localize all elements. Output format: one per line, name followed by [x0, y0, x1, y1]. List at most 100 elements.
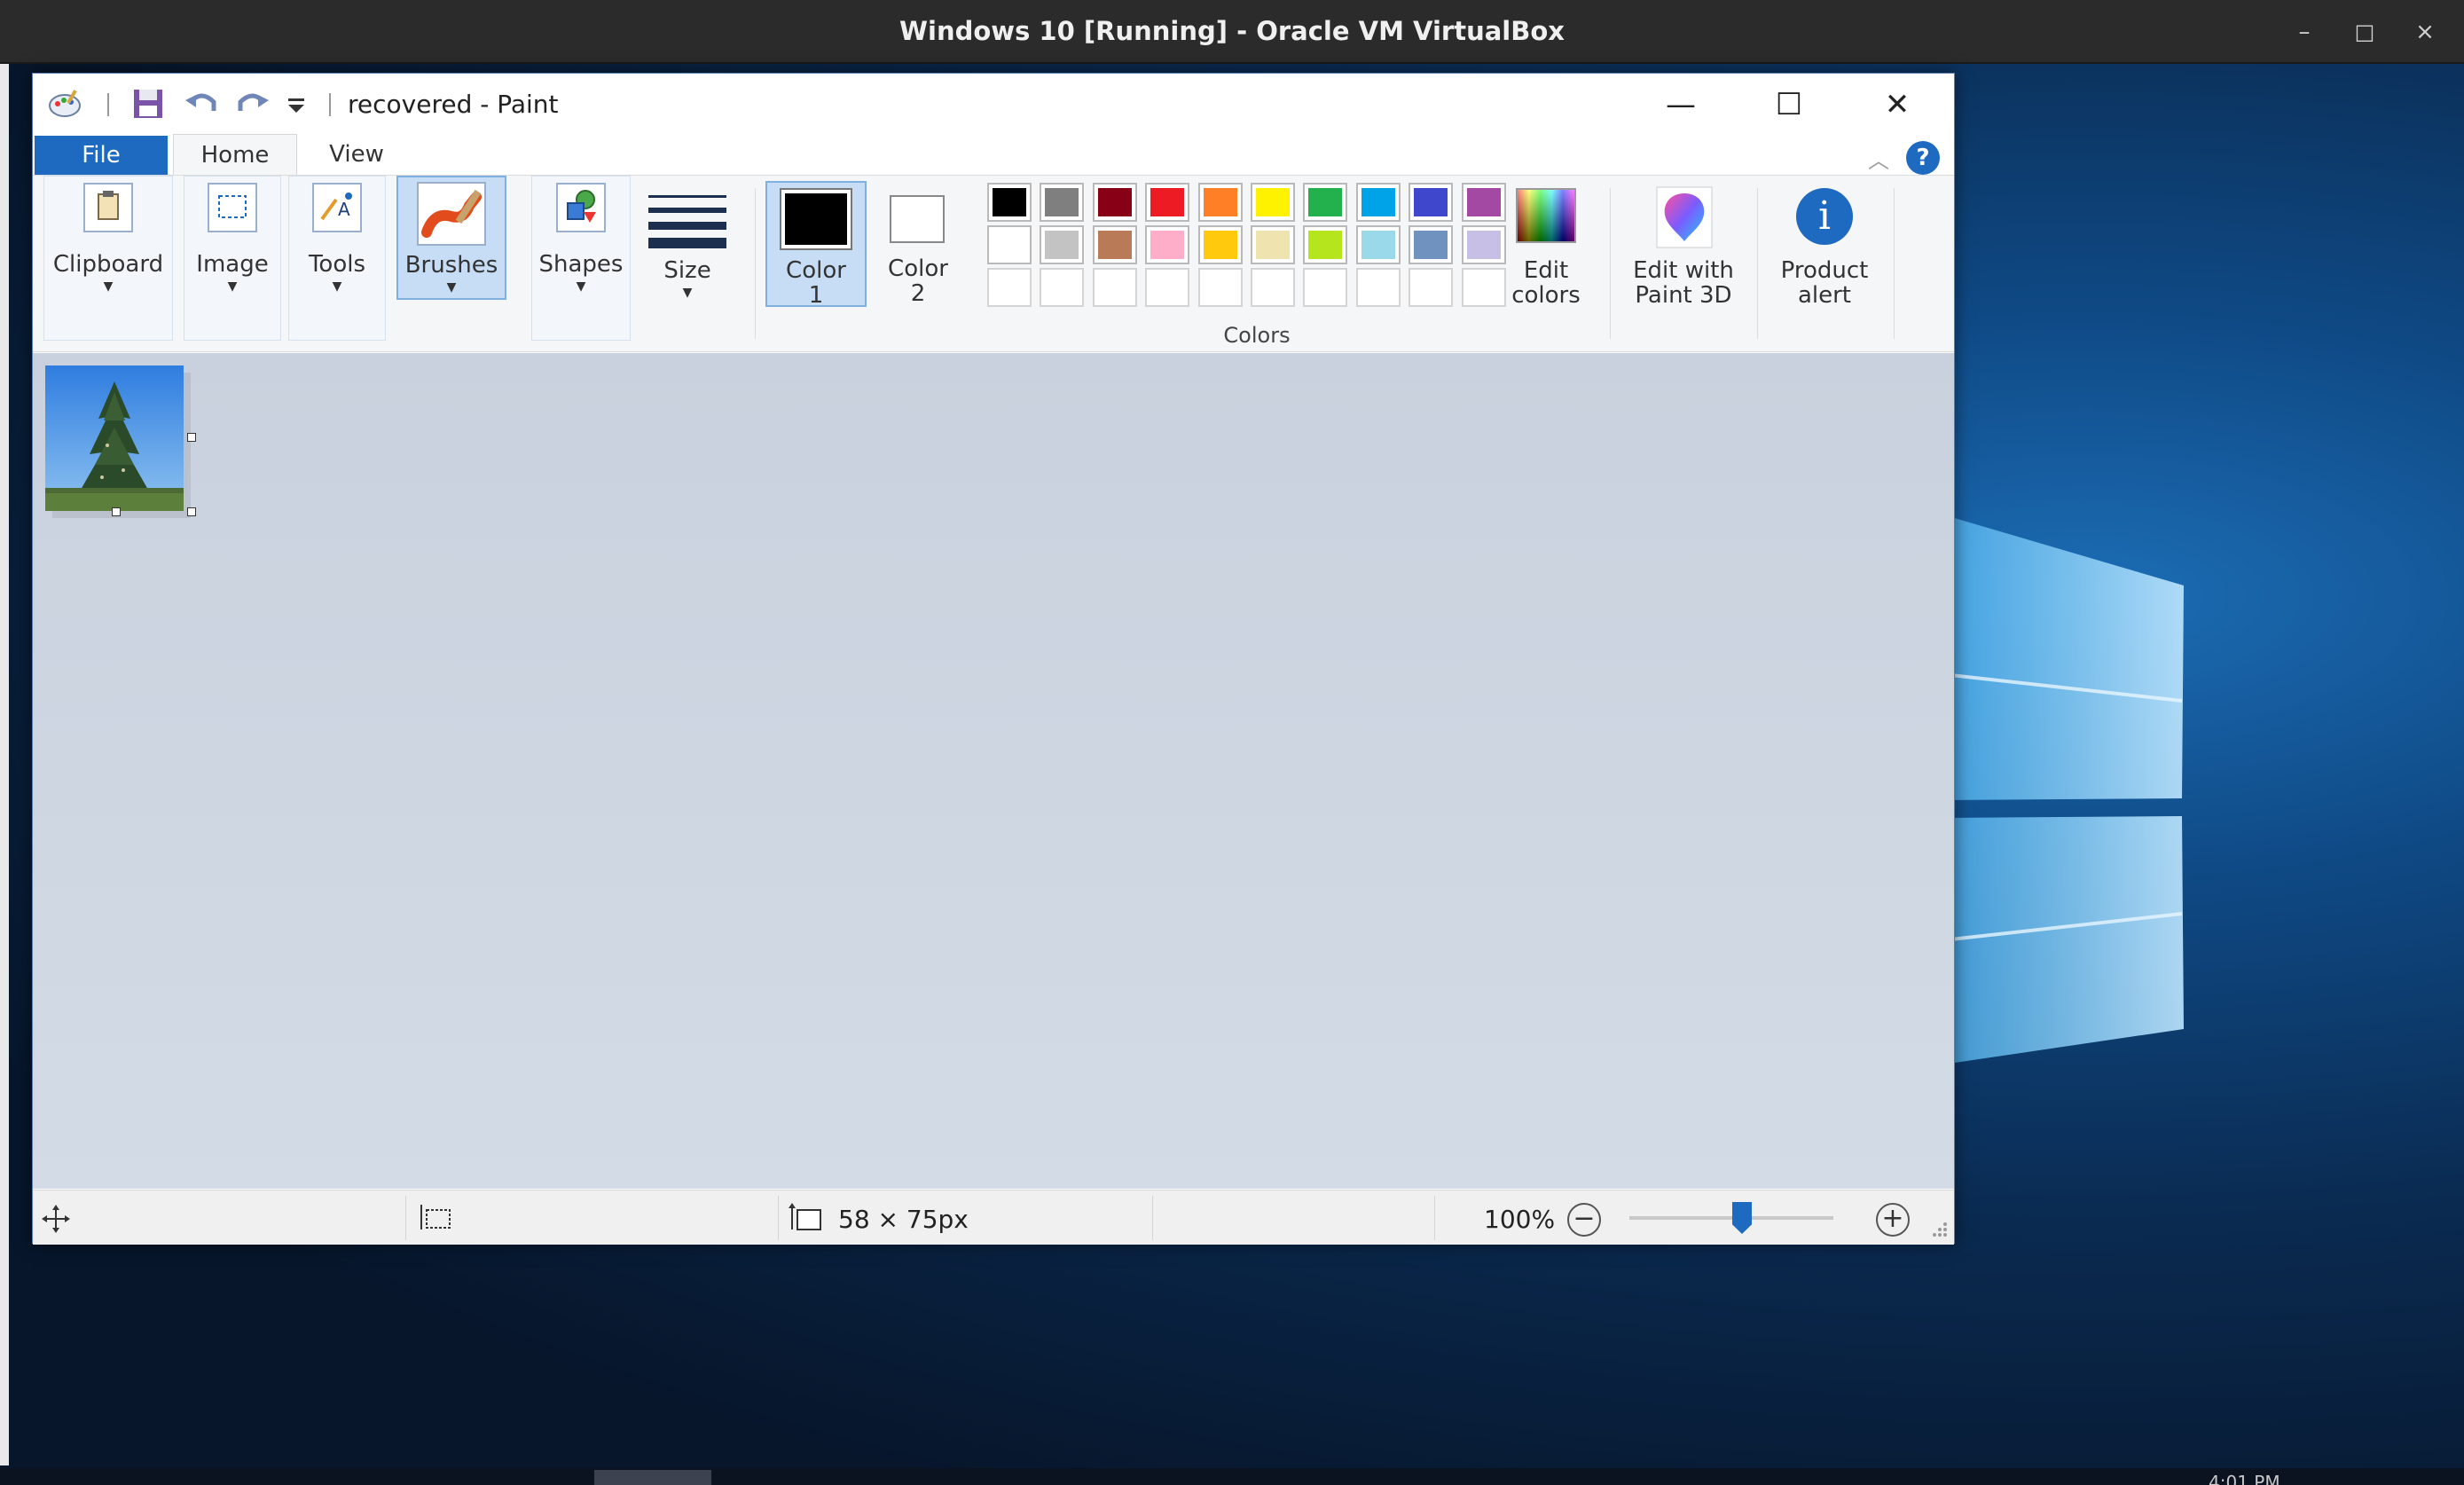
quick-access-separator	[329, 93, 331, 116]
color-spectrum-icon	[1516, 188, 1576, 243]
collapse-ribbon-icon[interactable]: ︿	[1865, 143, 1892, 173]
palette-custom-slot[interactable]	[1251, 268, 1295, 307]
product-alert-button[interactable]: i Product alert	[1762, 183, 1887, 348]
tab-view[interactable]: View	[308, 134, 405, 175]
chevron-down-icon: ▼	[332, 279, 342, 294]
vbox-minimize-button[interactable]: –	[2287, 14, 2322, 50]
color1-number: 1	[808, 282, 824, 309]
svg-text:A: A	[338, 199, 350, 220]
canvas-area[interactable]	[33, 353, 1954, 1189]
palette-custom-slot[interactable]	[1355, 268, 1401, 307]
paint-minimize-button[interactable]: —	[1654, 82, 1707, 127]
brushes-label: Brushes	[404, 252, 498, 279]
zoom-in-button[interactable]: +	[1876, 1203, 1910, 1237]
help-icon[interactable]: ?	[1906, 141, 1940, 175]
palette-color-swatch[interactable]	[1355, 183, 1401, 222]
color1-button[interactable]: Color 1	[765, 181, 867, 309]
line-size-icon	[648, 195, 726, 248]
palette-color-swatch[interactable]	[1461, 225, 1506, 264]
undo-icon[interactable]	[184, 86, 219, 122]
vbox-maximize-button[interactable]: □	[2347, 14, 2382, 50]
palette-color-swatch[interactable]	[1303, 183, 1348, 222]
palette-custom-slot[interactable]	[1197, 268, 1243, 307]
edit-with-paint3d-button[interactable]: Edit with Paint 3D	[1617, 183, 1750, 348]
palette-color-swatch[interactable]	[1409, 225, 1454, 264]
palette-custom-slot[interactable]	[1303, 268, 1348, 307]
palette-color-swatch[interactable]	[1145, 183, 1190, 222]
palette-custom-slot[interactable]	[987, 268, 1032, 307]
palette-color-swatch[interactable]	[1303, 225, 1348, 264]
paint-maximize-button[interactable]: ☐	[1762, 82, 1816, 127]
palette-color-swatch[interactable]	[1092, 183, 1137, 222]
palette-color-fill	[1361, 188, 1395, 216]
palette-color-swatch[interactable]	[1145, 225, 1190, 264]
tools-label: Tools	[308, 251, 366, 278]
zoom-slider-track[interactable]	[1629, 1216, 1833, 1220]
resize-handle-corner[interactable]	[187, 507, 196, 516]
ribbon-tabs: File Home View ︿ ?	[33, 134, 1954, 175]
palette-color-swatch[interactable]	[987, 183, 1032, 222]
palette-color-swatch[interactable]	[1197, 183, 1243, 222]
color2-swatch	[890, 195, 945, 243]
status-separator	[1152, 1196, 1153, 1240]
cursor-position-icon	[42, 1205, 70, 1233]
clipboard-button[interactable]: Clipboard ▼	[43, 176, 173, 341]
background-window-edge	[0, 64, 9, 1465]
shapes-button[interactable]: Shapes ▼	[531, 176, 631, 341]
palette-color-swatch[interactable]	[987, 225, 1032, 264]
palette-color-swatch[interactable]	[1092, 225, 1137, 264]
resize-handle-right[interactable]	[187, 433, 196, 442]
edit-colors-button[interactable]: Edit colors	[1502, 183, 1590, 348]
paint-window: recovered - Paint — ☐ ✕ File Home View ︿…	[32, 73, 1955, 1245]
tab-home[interactable]: Home	[173, 134, 297, 175]
tab-file[interactable]: File	[35, 136, 168, 175]
palette-color-swatch[interactable]	[1461, 183, 1506, 222]
image-canvas[interactable]	[45, 365, 184, 511]
palette-custom-slot[interactable]	[1092, 268, 1137, 307]
redo-icon[interactable]	[235, 86, 271, 122]
color1-fill	[785, 193, 847, 245]
resize-handle-bottom[interactable]	[112, 507, 121, 516]
palette-color-swatch[interactable]	[1040, 225, 1085, 264]
zoom-out-button[interactable]: −	[1567, 1203, 1601, 1237]
palette-color-swatch[interactable]	[1409, 183, 1454, 222]
color2-fill	[895, 200, 939, 238]
palette-color-fill	[1097, 188, 1132, 216]
image-button[interactable]: Image ▼	[184, 176, 281, 341]
chevron-down-icon: ▼	[682, 286, 693, 300]
save-icon[interactable]	[130, 86, 166, 122]
palette-custom-slot[interactable]	[1461, 268, 1506, 307]
palette-color-fill	[1203, 188, 1237, 216]
brushes-button[interactable]: Brushes ▼	[396, 176, 506, 300]
resize-grip-icon[interactable]	[1931, 1221, 1949, 1238]
customize-quick-access-icon[interactable]	[283, 86, 310, 122]
zoom-level-text: 100%	[1484, 1205, 1556, 1234]
palette-color-fill	[1203, 231, 1237, 259]
ribbon-separator	[1757, 188, 1758, 339]
ribbon-home: Clipboard ▼ Image ▼ A Tools ▼ Brushes ▼ …	[33, 175, 1954, 352]
palette-color-swatch[interactable]	[1251, 183, 1295, 222]
palette-color-fill	[1308, 188, 1343, 216]
palette-color-swatch[interactable]	[1251, 225, 1295, 264]
palette-color-fill	[1414, 231, 1448, 259]
palette-custom-slot[interactable]	[1145, 268, 1190, 307]
color2-label: Color	[888, 255, 948, 282]
taskbar-app-button[interactable]	[594, 1470, 711, 1485]
palette-color-swatch[interactable]	[1197, 225, 1243, 264]
clipboard-label: Clipboard	[52, 251, 164, 278]
paint-window-title: recovered - Paint	[348, 90, 559, 119]
palette-color-swatch[interactable]	[1040, 183, 1085, 222]
size-button[interactable]: Size ▼	[638, 183, 737, 348]
vbox-close-button[interactable]: ×	[2407, 14, 2443, 50]
color2-button[interactable]: Color 2	[874, 181, 962, 307]
colors-group-label: Colors	[1223, 323, 1291, 348]
paint-menu-icon[interactable]	[47, 86, 82, 122]
palette-color-fill	[1466, 188, 1501, 216]
palette-custom-slot[interactable]	[1040, 268, 1085, 307]
palette-custom-slot[interactable]	[1409, 268, 1454, 307]
tools-button[interactable]: A Tools ▼	[288, 176, 386, 341]
color2-number: 2	[910, 280, 926, 307]
zoom-slider-thumb[interactable]	[1732, 1202, 1752, 1234]
paint-close-button[interactable]: ✕	[1871, 82, 1924, 127]
palette-color-swatch[interactable]	[1355, 225, 1401, 264]
